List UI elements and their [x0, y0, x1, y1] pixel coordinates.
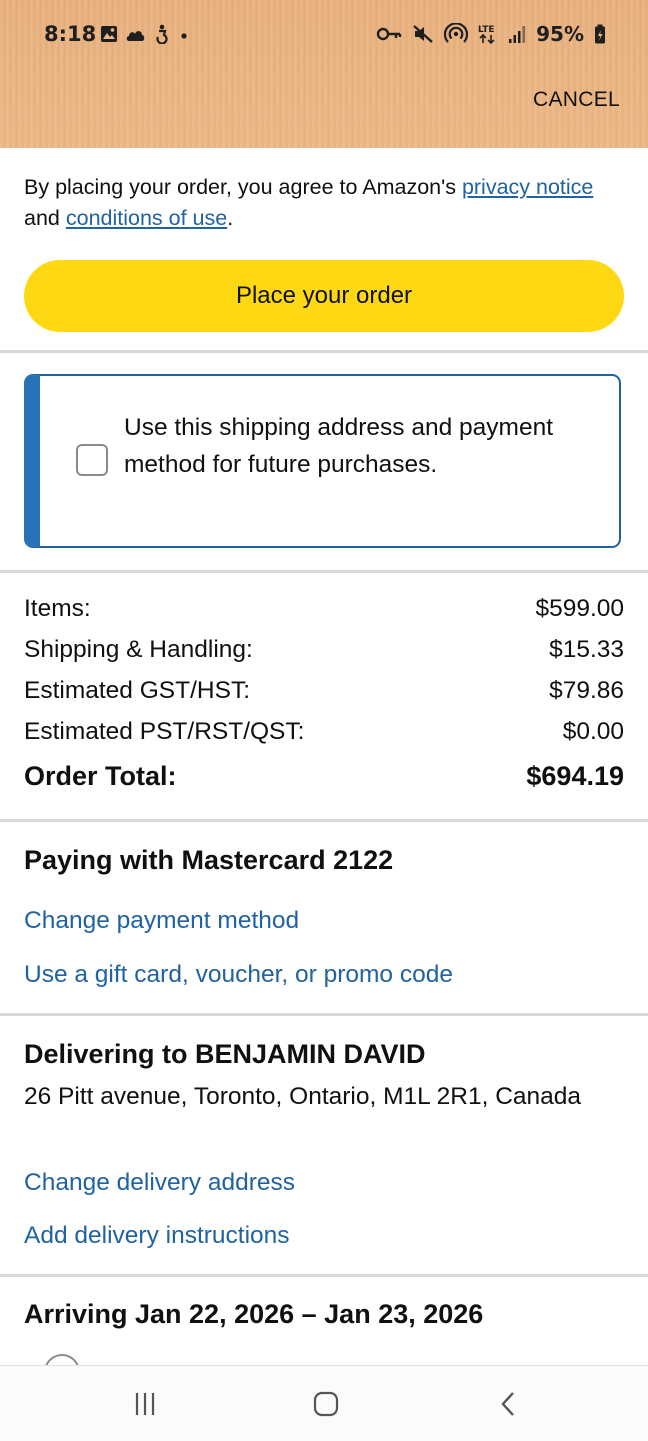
- gallery-icon: [101, 26, 117, 42]
- divider: [0, 570, 648, 573]
- arrival-title: Arriving Jan 22, 2026 – Jan 23, 2026: [24, 1299, 484, 1329]
- delivery-address: 26 Pitt avenue, Toronto, Ontario, M1L 2R…: [24, 1083, 582, 1110]
- future-purchases-label[interactable]: Use this shipping address and payment me…: [124, 409, 554, 483]
- divider: [0, 350, 648, 353]
- agreement-suffix: .: [227, 206, 234, 230]
- summary-label: Shipping & Handling:: [24, 636, 253, 663]
- future-purchases-box: Use this shipping address and payment me…: [24, 374, 621, 548]
- lte-icon: LTE: [478, 25, 495, 45]
- summary-label: Items:: [24, 595, 91, 622]
- summary-value: $79.86: [549, 677, 624, 704]
- system-nav-bar: [0, 1365, 648, 1441]
- battery-icon: [595, 24, 605, 44]
- cloud-icon: [126, 31, 145, 41]
- order-total-value: $694.19: [526, 761, 624, 791]
- gift-card-promo-link[interactable]: Use a gift card, voucher, or promo code: [24, 961, 453, 989]
- add-delivery-instructions-link[interactable]: Add delivery instructions: [24, 1222, 290, 1250]
- summary-row-shipping: Shipping & Handling: $15.33: [24, 632, 624, 673]
- change-delivery-address-link[interactable]: Change delivery address: [24, 1169, 295, 1197]
- future-purchases-checkbox[interactable]: [76, 444, 108, 476]
- divider: [0, 1013, 648, 1016]
- privacy-notice-link[interactable]: privacy notice: [462, 175, 593, 199]
- status-time: 8:18: [44, 22, 97, 46]
- payment-title: Paying with Mastercard 2122: [24, 845, 394, 875]
- summary-value: $15.33: [549, 636, 624, 663]
- summary-row-gst: Estimated GST/HST: $79.86: [24, 673, 624, 714]
- back-button[interactable]: [488, 1386, 528, 1422]
- summary-row-total: Order Total: $694.19: [24, 755, 624, 799]
- status-right-icons: LTE 95%: [376, 22, 606, 46]
- conditions-of-use-link[interactable]: conditions of use: [66, 206, 227, 230]
- battery-percent: 95%: [536, 22, 584, 46]
- divider: [0, 819, 648, 822]
- signal-icon: [509, 26, 526, 43]
- dot-icon: [181, 33, 187, 39]
- summary-row-items: Items: $599.00: [24, 591, 624, 632]
- hotspot-icon: [444, 23, 469, 43]
- agreement-middle: and: [24, 206, 66, 230]
- summary-value: $0.00: [562, 718, 624, 745]
- recent-apps-button[interactable]: [125, 1386, 165, 1422]
- home-icon: [313, 1391, 339, 1417]
- order-summary: Items: $599.00 Shipping & Handling: $15.…: [24, 591, 624, 799]
- svg-text:LTE: LTE: [478, 25, 495, 35]
- app-header: 8:18 LTE 95% CANCEL: [0, 0, 648, 148]
- delivery-title: Delivering to BENJAMIN DAVID: [24, 1039, 426, 1069]
- place-order-button[interactable]: Place your order: [24, 260, 624, 332]
- recent-apps-icon: [135, 1393, 155, 1415]
- mute-icon: [413, 25, 433, 43]
- cancel-button[interactable]: CANCEL: [533, 88, 620, 112]
- summary-value: $599.00: [535, 595, 624, 622]
- order-agreement: By placing your order, you agree to Amaz…: [24, 172, 624, 234]
- order-total-label: Order Total:: [24, 761, 177, 791]
- agreement-prefix: By placing your order, you agree to Amaz…: [24, 175, 462, 199]
- summary-row-pst: Estimated PST/RST/QST: $0.00: [24, 714, 624, 755]
- status-left-icons: [100, 24, 190, 44]
- divider: [0, 1274, 648, 1277]
- home-button[interactable]: [306, 1386, 346, 1422]
- summary-label: Estimated PST/RST/QST:: [24, 718, 305, 745]
- key-icon: [376, 27, 402, 41]
- change-payment-link[interactable]: Change payment method: [24, 907, 299, 935]
- back-icon: [501, 1392, 514, 1416]
- accessibility-icon: [156, 24, 168, 44]
- summary-label: Estimated GST/HST:: [24, 677, 251, 704]
